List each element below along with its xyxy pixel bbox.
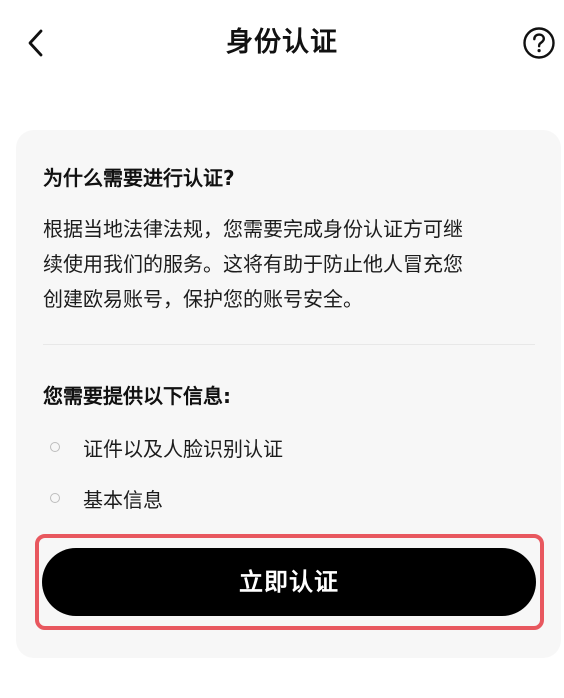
requirement-label: 基本信息 xyxy=(83,487,163,512)
requirement-label: 证件以及人脸识别认证 xyxy=(83,436,283,461)
help-button[interactable] xyxy=(522,26,556,60)
required-info-title: 您需要提供以下信息: xyxy=(43,384,231,408)
top-bar: 身份认证 xyxy=(0,0,564,86)
description-line: 续使用我们的服务。这将有助于防止他人冒充您 xyxy=(43,252,463,276)
description-line: 根据当地法律法规，您需要完成身份认证方可继 xyxy=(43,217,463,241)
requirement-item: 基本信息 xyxy=(50,483,163,513)
bullet-icon xyxy=(50,442,60,452)
bullet-icon xyxy=(50,493,60,503)
divider xyxy=(43,344,535,345)
question-circle-icon xyxy=(523,27,555,59)
description-line: 创建欧易账号，保护您的账号安全。 xyxy=(43,287,363,311)
requirement-item: 证件以及人脸识别认证 xyxy=(50,432,283,462)
why-verify-title: 为什么需要进行认证? xyxy=(43,166,235,190)
verify-description: 根据当地法律法规，您需要完成身份认证方可继 续使用我们的服务。这将有助于防止他人… xyxy=(43,212,541,317)
page-title: 身份认证 xyxy=(226,27,338,58)
verify-now-button[interactable]: 立即认证 xyxy=(42,548,536,616)
